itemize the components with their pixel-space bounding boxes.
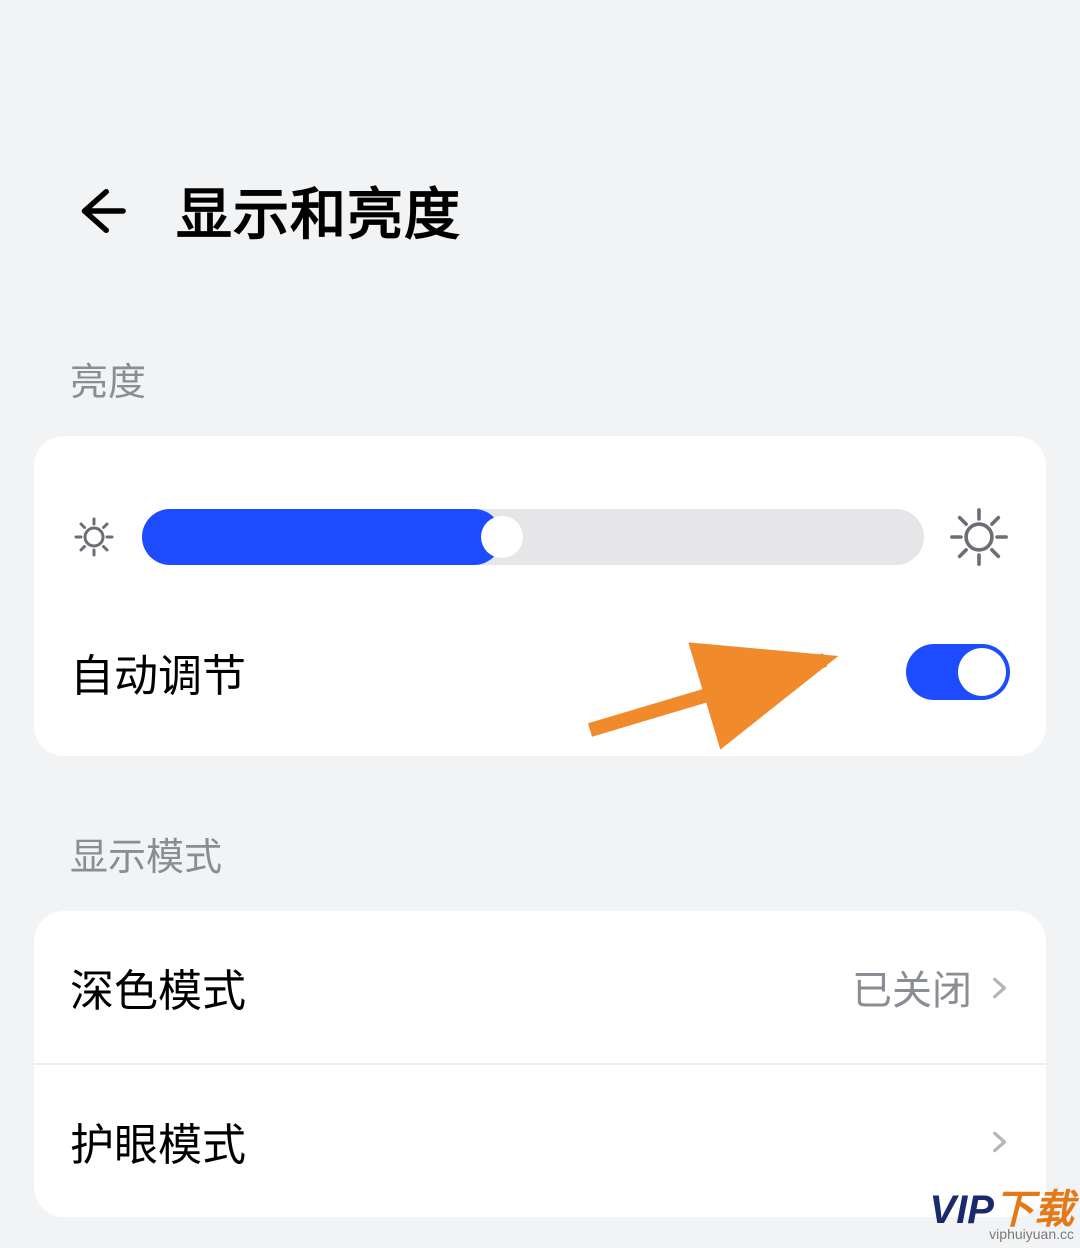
back-icon[interactable] [70, 182, 128, 240]
dark-mode-row[interactable]: 深色模式 已关闭 [34, 911, 1046, 1063]
chevron-right-icon [986, 1129, 1010, 1153]
auto-adjust-row: 自动调节 [34, 608, 1046, 756]
section-label-display-mode: 显示模式 [0, 756, 1080, 911]
auto-adjust-label: 自动调节 [70, 640, 246, 704]
eye-comfort-row[interactable]: 护眼模式 [34, 1063, 1046, 1217]
dark-mode-label: 深色模式 [70, 955, 246, 1019]
brightness-low-icon [70, 513, 118, 561]
brightness-slider[interactable] [142, 509, 924, 565]
watermark-text-left: VIP [930, 1188, 994, 1232]
auto-adjust-toggle[interactable] [906, 644, 1010, 700]
section-label-brightness: 亮度 [0, 311, 1080, 436]
brightness-card: 自动调节 [34, 436, 1046, 756]
eye-comfort-label: 护眼模式 [70, 1109, 246, 1173]
chevron-right-icon [986, 975, 1010, 999]
watermark: VIP下载 viphuiyuan.cc [930, 1190, 1074, 1242]
page-title: 显示和亮度 [176, 170, 461, 251]
display-mode-card: 深色模式 已关闭 护眼模式 [34, 911, 1046, 1217]
brightness-high-icon [948, 506, 1010, 568]
dark-mode-value: 已关闭 [852, 958, 972, 1016]
brightness-slider-row [34, 436, 1046, 608]
